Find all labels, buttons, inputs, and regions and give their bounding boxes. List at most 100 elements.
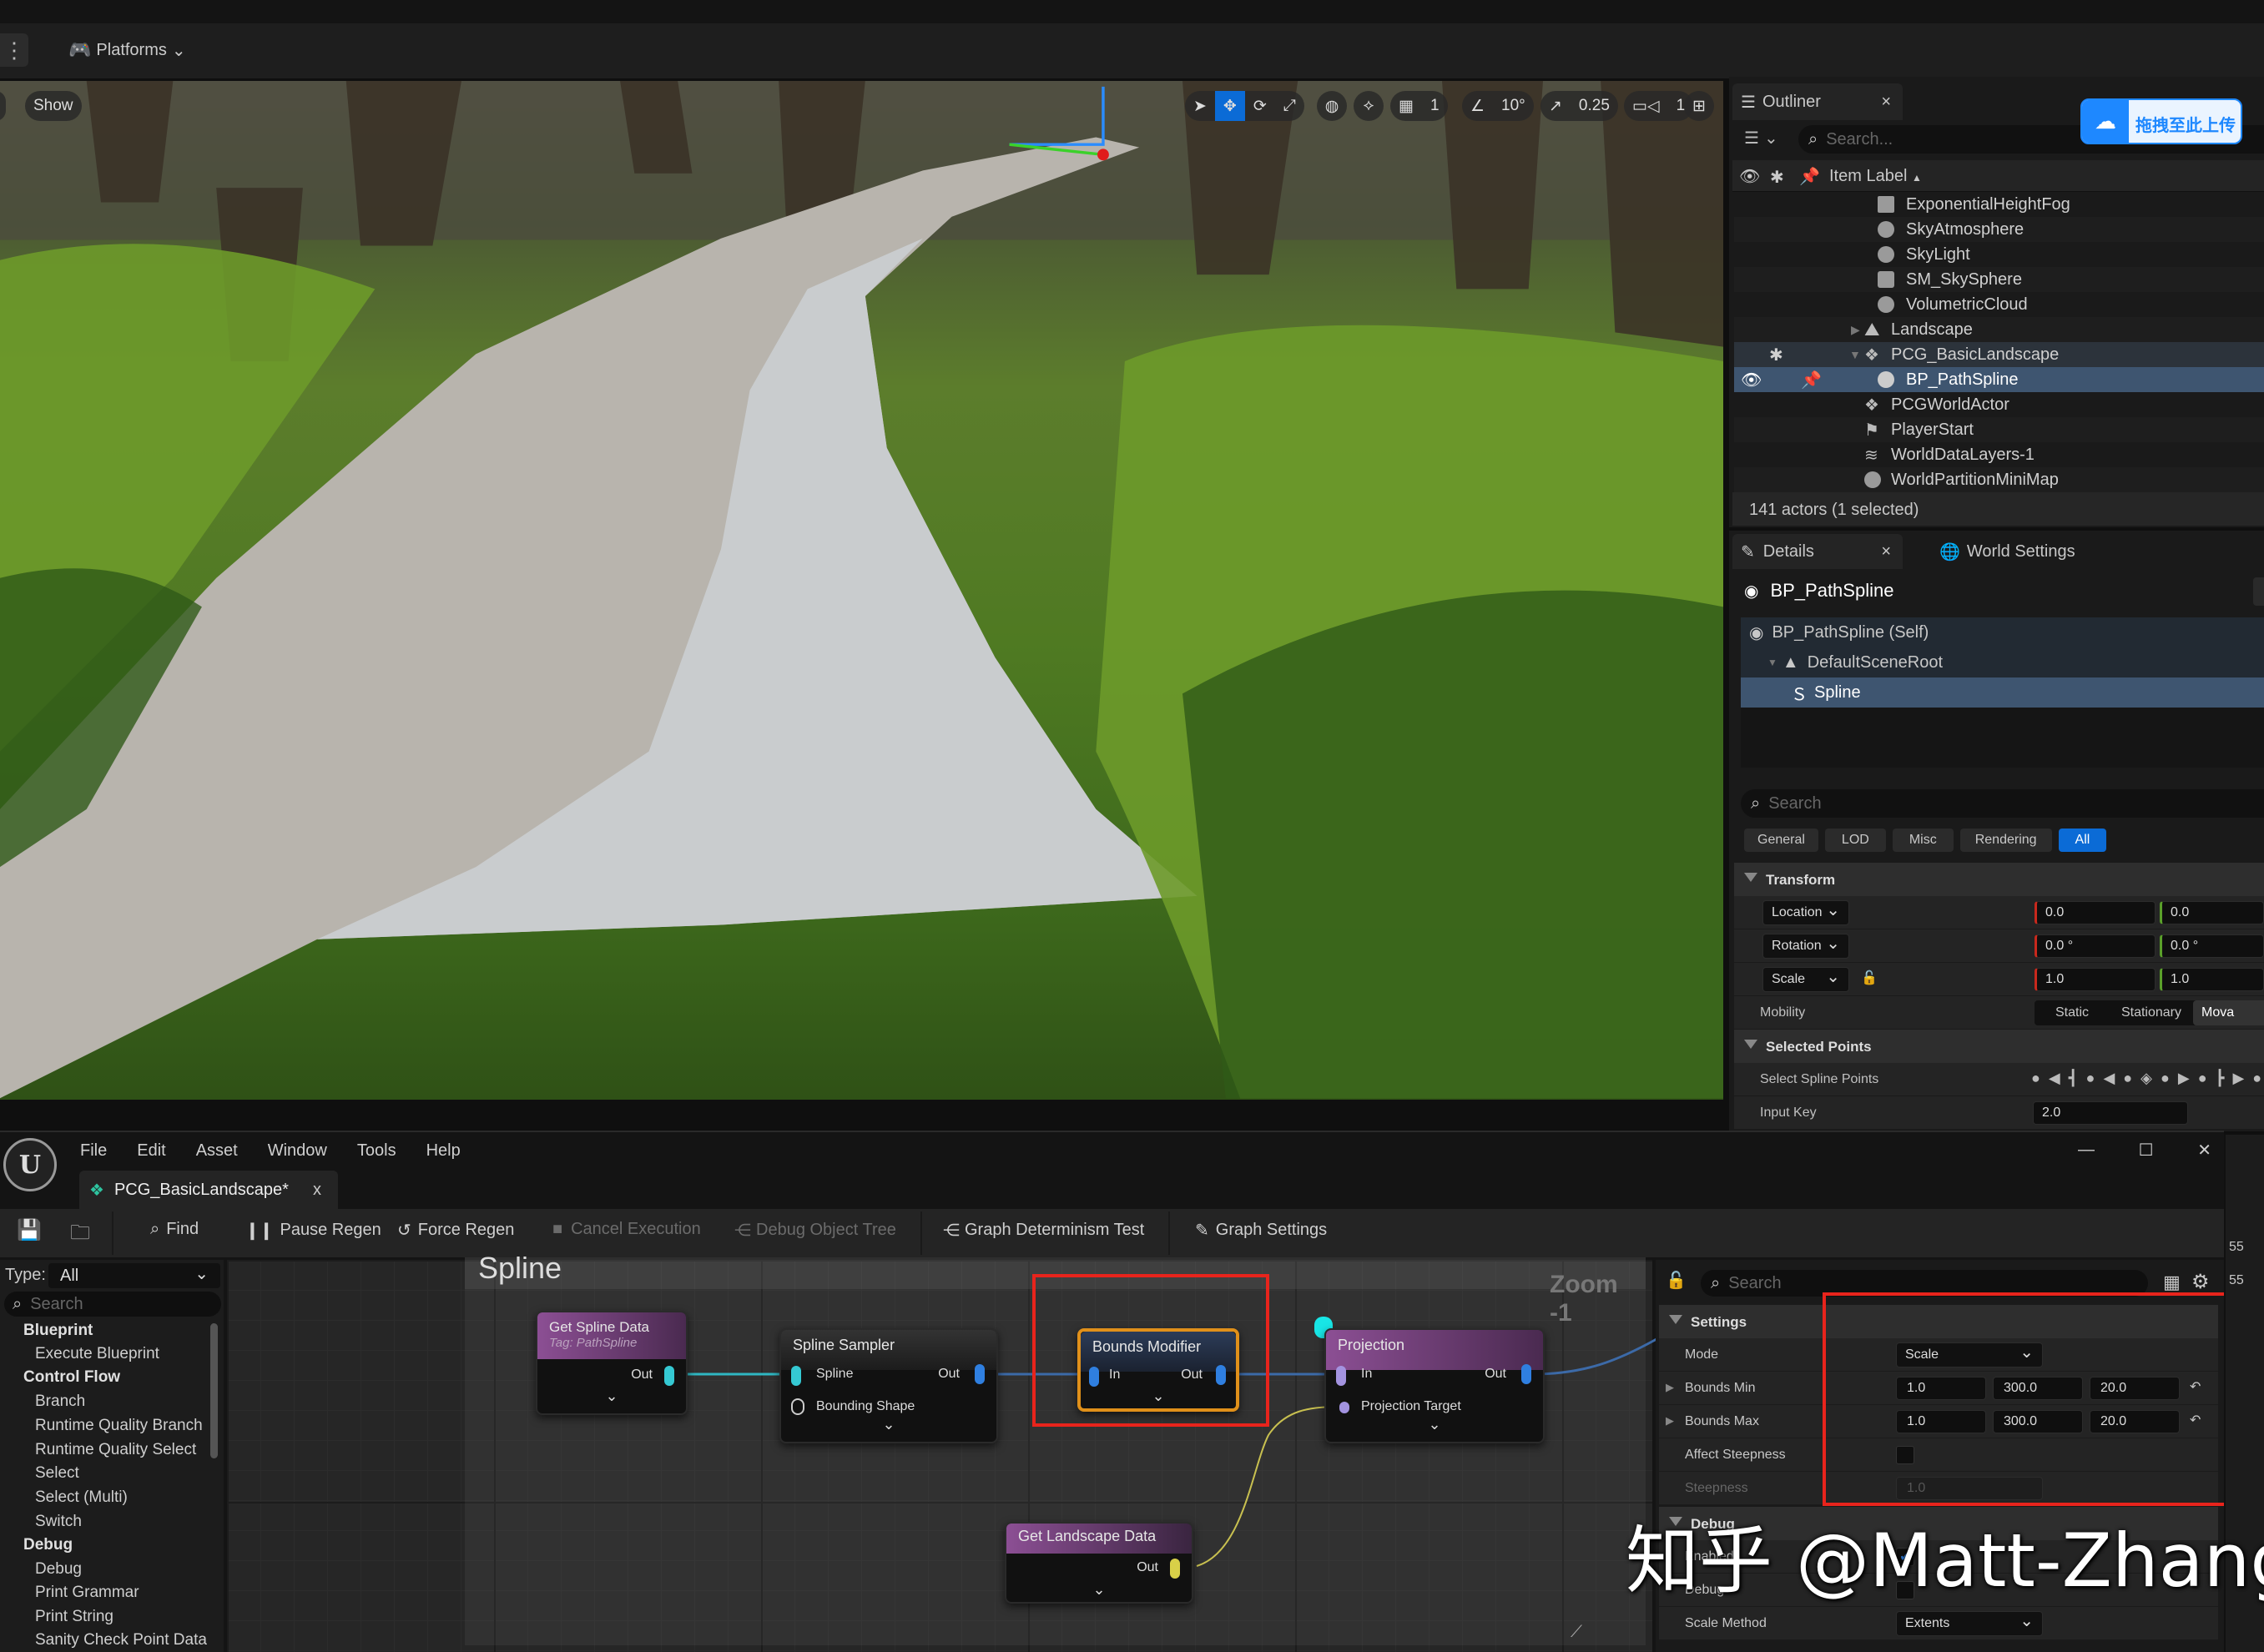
close-window-button[interactable]: ✕ xyxy=(2197,1140,2211,1161)
input-pin[interactable] xyxy=(791,1366,801,1386)
outliner-row-selected[interactable]: 👁📌BP_PathSpline xyxy=(1734,367,2264,392)
palette-item[interactable]: Runtime Quality Branch xyxy=(35,1417,209,1435)
select-all-points-icon[interactable]: ◈ xyxy=(2140,1070,2161,1087)
add-next-point-icon[interactable]: ●┣ xyxy=(2198,1070,2233,1087)
menu-edit[interactable]: Edit xyxy=(137,1141,165,1160)
rotation-y-field[interactable]: 0.0 ° xyxy=(2160,934,2264,958)
outliner-row[interactable]: ▶⛰Landscape xyxy=(1734,317,2264,342)
cancel-execution-button[interactable]: ■Cancel Execution xyxy=(552,1220,701,1239)
node-spline-sampler[interactable]: Spline Sampler Spline Out Bounding Shape… xyxy=(779,1328,998,1443)
expand-chevron-icon[interactable]: ⌄ xyxy=(1092,1581,1105,1599)
save-icon[interactable]: 💾 xyxy=(17,1218,42,1242)
pin-column-icon[interactable]: 📌 xyxy=(1799,166,1820,187)
find-button[interactable]: ⌕Find xyxy=(150,1220,199,1239)
collapse-arrow-icon[interactable]: ▼ xyxy=(1767,657,1777,668)
palette-item[interactable]: Select xyxy=(35,1464,209,1483)
mobility-stationary[interactable]: Stationary xyxy=(2110,1005,2193,1020)
node-get-landscape-data[interactable]: Get Landscape Data Out ⌄ xyxy=(1005,1522,1193,1604)
expand-arrow-icon[interactable]: ▶ xyxy=(1666,1414,1674,1428)
add-component-button[interactable] xyxy=(2253,577,2264,606)
palette-item[interactable]: Branch xyxy=(35,1393,209,1411)
mobility-movable[interactable]: Mova xyxy=(2193,1000,2264,1025)
select-first-point-icon[interactable]: ●◀ xyxy=(2031,1070,2069,1087)
rotation-dropdown[interactable]: Rotation xyxy=(1762,934,1849,959)
select-next-point-icon[interactable]: ●▶ xyxy=(2161,1070,2198,1087)
menu-window[interactable]: Window xyxy=(268,1141,327,1160)
filter-general[interactable]: General xyxy=(1744,829,1818,852)
outliner-row[interactable]: SkyLight xyxy=(1734,242,2264,267)
maximize-button[interactable]: ☐ xyxy=(2139,1140,2154,1161)
kebab-menu-button[interactable]: ⋮ xyxy=(0,33,28,67)
viewport-layout-button[interactable]: ⊞ xyxy=(1684,91,1714,121)
scale-mode-icon[interactable]: ⤢ xyxy=(1275,91,1304,121)
gear-icon[interactable]: ⚙ xyxy=(2191,1270,2210,1294)
close-tab-icon[interactable]: x xyxy=(313,1181,321,1200)
world-local-toggle[interactable]: ◍ xyxy=(1317,91,1347,121)
expand-arrow-icon[interactable]: ▶ xyxy=(1666,1381,1674,1394)
rotation-x-field[interactable]: 0.0 ° xyxy=(2035,934,2156,958)
level-viewport[interactable]: t Show ➤ ✥ ⟳ ⤢ ◍ ⟡ ▦1 ∠10° ↗0.25 ▭◁1 ⊞ xyxy=(0,81,1723,1100)
component-row[interactable]: ▼▲DefaultSceneRoot xyxy=(1741,647,2264,677)
component-row[interactable]: ◉BP_PathSpline (Self) xyxy=(1741,617,2264,647)
type-dropdown[interactable]: All⌄ xyxy=(48,1263,220,1288)
selected-points-section[interactable]: Selected Points xyxy=(1734,1030,2264,1063)
minimize-button[interactable]: — xyxy=(2078,1141,2095,1160)
select-prev-point-icon[interactable]: ◀● xyxy=(2103,1070,2140,1087)
palette-item[interactable]: Select (Multi) xyxy=(35,1488,209,1507)
pause-regen-button[interactable]: ❙❙Pause Regen xyxy=(245,1220,381,1241)
select-last-point-icon[interactable]: ▶● xyxy=(2232,1070,2264,1087)
filter-lod[interactable]: LOD xyxy=(1825,829,1886,852)
outliner-row[interactable]: WorldPartitionMiniMap xyxy=(1734,467,2264,492)
asset-tab[interactable]: ❖ PCG_BasicLandscape* x xyxy=(79,1171,338,1209)
pin-icon[interactable]: 📌 xyxy=(1801,370,1822,390)
world-settings-tab[interactable]: 🌐World Settings xyxy=(1939,534,2075,569)
lock-icon[interactable]: 🔓 xyxy=(1666,1270,1687,1291)
menu-file[interactable]: File xyxy=(80,1141,107,1160)
scale-snap-control[interactable]: ↗0.25 xyxy=(1540,91,1618,121)
palette-item[interactable]: Execute Blueprint xyxy=(35,1345,209,1363)
outliner-row[interactable]: ExponentialHeightFog xyxy=(1734,192,2264,217)
input-pin[interactable] xyxy=(791,1398,804,1415)
menu-help[interactable]: Help xyxy=(426,1141,461,1160)
filter-button[interactable]: ☰⌄ xyxy=(1744,125,1803,150)
favorite-star-icon[interactable]: ✱ xyxy=(1769,345,1783,365)
details-tab[interactable]: ✎ Details × xyxy=(1732,534,1903,569)
palette-scrollbar[interactable] xyxy=(210,1323,218,1458)
expand-arrow-icon[interactable]: ▶ xyxy=(1851,323,1860,337)
details-search-input[interactable]: ⌕Search xyxy=(1741,789,2264,818)
palette-item[interactable]: Switch xyxy=(35,1513,209,1531)
palette-category[interactable]: Control Flow xyxy=(23,1368,197,1387)
graph-determinism-test-button[interactable]: ⋲Graph Determinism Test xyxy=(943,1220,1144,1241)
scale-method-dropdown[interactable]: Extents xyxy=(1896,1611,2043,1636)
outliner-row[interactable]: VolumetricCloud xyxy=(1734,292,2264,317)
palette-item[interactable]: Runtime Quality Select xyxy=(35,1441,209,1459)
palette-item[interactable]: Debug xyxy=(35,1560,209,1579)
filter-rendering[interactable]: Rendering xyxy=(1960,829,2052,852)
output-pin[interactable] xyxy=(975,1364,985,1384)
palette-item[interactable]: Sanity Check Point Data xyxy=(35,1631,209,1649)
mobility-static[interactable]: Static xyxy=(2035,1005,2110,1020)
item-label-column[interactable]: Item Label ▲ xyxy=(1829,167,1922,186)
collapse-arrow-icon[interactable]: ▼ xyxy=(1849,348,1861,361)
outliner-row[interactable]: SkyAtmosphere xyxy=(1734,217,2264,242)
unlock-icon[interactable]: 🔓 xyxy=(1861,970,1878,986)
output-pin[interactable] xyxy=(664,1366,674,1386)
outliner-row[interactable]: ≋WorldDataLayers-1 xyxy=(1734,442,2264,467)
palette-item[interactable]: Print String xyxy=(35,1608,209,1626)
filter-all[interactable]: All xyxy=(2059,829,2107,852)
upload-badge[interactable]: ☁ 拖拽至此上传 xyxy=(2080,98,2242,144)
platforms-button[interactable]: 🎮 Platforms ⌄ xyxy=(68,35,186,65)
grid-snap-control[interactable]: ▦1 xyxy=(1390,91,1448,121)
outliner-row[interactable]: ⚑PlayerStart xyxy=(1734,417,2264,442)
location-y-field[interactable]: 0.0 xyxy=(2160,901,2264,924)
rotate-mode-icon[interactable]: ⟳ xyxy=(1245,91,1275,121)
palette-category[interactable]: Debug xyxy=(23,1536,197,1554)
palette-item[interactable]: Print Grammar xyxy=(35,1584,209,1602)
graph-settings-button[interactable]: ✎Graph Settings xyxy=(1195,1220,1327,1241)
expand-chevron-icon[interactable]: ⌄ xyxy=(1428,1416,1440,1433)
close-icon[interactable]: × xyxy=(1881,93,1891,112)
favorite-column-star-icon[interactable]: ✱ xyxy=(1770,167,1784,188)
component-row-selected[interactable]: ＳSpline xyxy=(1741,677,2264,708)
location-dropdown[interactable]: Location xyxy=(1762,900,1849,925)
surface-snap-toggle[interactable]: ⟡ xyxy=(1354,91,1384,121)
